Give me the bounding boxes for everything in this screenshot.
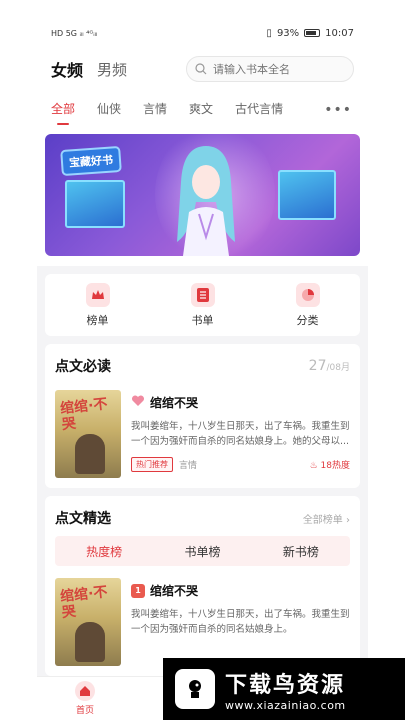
clock: 10:07 [325, 27, 354, 39]
tab-booklist-rank[interactable]: 书单榜 [153, 543, 251, 560]
date-month: /08月 [326, 363, 351, 373]
list-icon [190, 282, 215, 307]
all-rank-link[interactable]: 全部榜单 › [303, 511, 350, 526]
all-rank-label: 全部榜单 [302, 514, 343, 526]
hot-badge: 热门推荐 [131, 457, 173, 472]
book-description: 我叫姜绾年，十八岁生日那天，出了车祸。我重生到一个因为强奸而自杀的同名姑娘身上。… [131, 421, 350, 447]
chevron-right-icon: › [346, 514, 350, 526]
book-title: 绾绾不哭 [150, 584, 199, 598]
top-bar: 女频 男频 [37, 48, 368, 90]
book-title: 绾绾不哭 [150, 396, 199, 410]
pie-icon [295, 282, 320, 307]
banner-panel-right [278, 170, 336, 220]
search-box[interactable] [186, 56, 354, 82]
quick-entry-category[interactable]: 分类 [295, 282, 320, 328]
category-xianxia[interactable]: 仙侠 [97, 100, 121, 117]
section-title: 点文必读 [55, 359, 111, 375]
search-input[interactable] [213, 62, 333, 76]
category-ancient-romance[interactable]: 古代言情 [235, 100, 283, 117]
category-bar: 全部 仙侠 言情 爽文 古代言情 ••• [37, 90, 368, 126]
banner-character-illustration [177, 146, 235, 256]
watermark-url: www.xiazainiao.com [225, 698, 346, 712]
selected-card: 点文精选 全部榜单 › 热度榜 书单榜 新书榜 绾绾·不哭 1 绾绾不哭 我叫姜… [45, 496, 360, 676]
battery-icon [304, 29, 321, 37]
cover-title: 绾绾·不哭 [59, 584, 109, 622]
banner-panel-left [65, 180, 125, 228]
book-meta: 热门推荐 言情 ♨ 18热度 [131, 457, 350, 472]
quick-entry-label: 书单 [191, 313, 214, 327]
watermark-text: 下载鸟资源 www.xiazainiao.com [225, 667, 346, 712]
watermark-logo-icon [175, 669, 215, 709]
status-right: ▯ 93% 10:07 [266, 28, 354, 39]
banner-container: 宝藏好书 [37, 126, 368, 266]
promo-banner[interactable]: 宝藏好书 [45, 134, 360, 256]
tab-hot-rank[interactable]: 热度榜 [55, 543, 153, 560]
tab-female[interactable]: 女频 [51, 57, 83, 81]
rank-tabs: 热度榜 书单榜 新书榜 [55, 536, 350, 566]
category-all[interactable]: 全部 [51, 100, 75, 117]
book-genre: 言情 [179, 461, 198, 471]
watermark-name: 下载鸟资源 [225, 672, 346, 698]
category-shuangwen[interactable]: 爽文 [189, 100, 213, 117]
book-description: 我叫姜绾年，十八岁生日那天，出了车祸。我重生到一个因为强奸而自杀的同名姑娘身上。 [131, 609, 350, 635]
quick-entries: 榜单 书单 分类 [45, 274, 360, 336]
search-icon [195, 63, 207, 75]
vibrate-icon: ▯ [266, 27, 272, 39]
watermark: 下载鸟资源 www.xiazainiao.com [163, 658, 405, 720]
selected-header: 点文精选 全部榜单 › [45, 496, 360, 536]
book-item[interactable]: 绾绾·不哭 绾绾不哭 我叫姜绾年，十八岁生日那天，出了车祸。我重生到一个因为强奸… [45, 384, 360, 488]
signal-indicators: HD 5G ᵢₗₗ ⁴ᴳᵢₗₗ [51, 29, 97, 38]
book-title-row: 1 绾绾不哭 [131, 582, 350, 599]
book-cover: 绾绾·不哭 [55, 578, 121, 666]
rank-number-icon: 1 [131, 583, 145, 598]
more-icon[interactable]: ••• [324, 102, 352, 118]
section-title: 点文精选 [55, 511, 111, 527]
quick-entry-label: 榜单 [86, 313, 109, 327]
home-icon [75, 681, 95, 701]
app-screen: HD 5G ᵢₗₗ ⁴ᴳᵢₗₗ ▯ 93% 10:07 女频 男频 全部 仙侠 … [37, 18, 368, 720]
date-label: 27/08月 [309, 358, 350, 374]
cover-figure [75, 434, 105, 474]
must-read-header: 点文必读 27/08月 [45, 344, 360, 384]
quick-entry-booklist[interactable]: 书单 [190, 282, 215, 328]
book-cover: 绾绾·不哭 [55, 390, 121, 478]
status-bar: HD 5G ᵢₗₗ ⁴ᴳᵢₗₗ ▯ 93% 10:07 [37, 18, 368, 48]
must-read-card: 点文必读 27/08月 绾绾·不哭 绾绾不哭 我叫姜绾年，十八岁生日那天，出了车… [45, 344, 360, 488]
date-day: 27 [308, 358, 327, 374]
book-title-row: 绾绾不哭 [131, 394, 350, 411]
tab-new-rank[interactable]: 新书榜 [252, 543, 350, 560]
nav-home-label: 首页 [75, 706, 94, 716]
heat-count: ♨ 18热度 [310, 458, 350, 471]
quick-entry-label: 分类 [296, 313, 319, 327]
quick-entry-ranking[interactable]: 榜单 [85, 282, 110, 328]
book-info: 绾绾不哭 我叫姜绾年，十八岁生日那天，出了车祸。我重生到一个因为强奸而自杀的同名… [131, 390, 350, 478]
crown-icon [85, 282, 110, 307]
nav-home[interactable]: 首页 [75, 681, 95, 716]
category-romance[interactable]: 言情 [143, 100, 167, 117]
cover-figure [75, 622, 105, 662]
heat-value: 18热度 [320, 461, 350, 471]
cover-title: 绾绾·不哭 [59, 396, 109, 434]
banner-tag: 宝藏好书 [62, 148, 120, 174]
book-info: 1 绾绾不哭 我叫姜绾年，十八岁生日那天，出了车祸。我重生到一个因为强奸而自杀的… [131, 578, 350, 666]
battery-percent: 93% [276, 27, 300, 39]
heart-icon [131, 395, 145, 410]
tab-male[interactable]: 男频 [97, 59, 127, 80]
carrier-text: HD 5G ᵢₗₗ ⁴ᴳᵢₗₗ [51, 28, 98, 38]
flame-icon: ♨ [309, 461, 318, 471]
